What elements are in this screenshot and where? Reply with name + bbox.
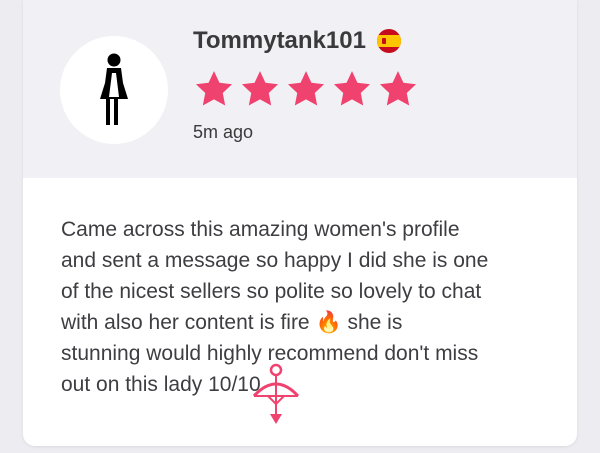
fire-emoji: 🔥 <box>315 311 342 334</box>
star-icon <box>287 71 325 106</box>
star-icon <box>241 71 279 106</box>
rating-stars <box>193 68 419 110</box>
review-line: stunning would highly recommend don't mi… <box>61 342 479 365</box>
review-card: Tommytank101 5m ago Came across this ama… <box>23 0 577 446</box>
avatar[interactable] <box>60 36 168 144</box>
review-line: she is <box>347 311 403 334</box>
review-timestamp: 5m ago <box>193 122 254 142</box>
star-icon <box>379 71 417 106</box>
bow-logo-icon <box>252 363 300 424</box>
reviewer-username[interactable]: Tommytank101 <box>193 27 402 55</box>
review-line: and sent a message so happy I did she is… <box>61 249 489 272</box>
review-line: with also her content is fire <box>61 311 310 334</box>
review-line: of the nicest sellers so polite so lovel… <box>61 280 482 303</box>
username-text: Tommytank101 <box>193 27 366 54</box>
star-icon <box>195 71 233 106</box>
review-line: out on this lady 10/10 <box>61 373 261 396</box>
spain-flag-icon <box>376 28 402 54</box>
female-user-icon <box>100 53 128 125</box>
review-text: Came across this amazing women's profile… <box>61 214 551 400</box>
review-line-with-emoji: with also her content is fire 🔥 she is <box>61 307 551 338</box>
star-icon <box>333 71 371 106</box>
review-header: Tommytank101 5m ago <box>23 0 577 178</box>
review-line: Came across this amazing women's profile <box>61 218 460 241</box>
